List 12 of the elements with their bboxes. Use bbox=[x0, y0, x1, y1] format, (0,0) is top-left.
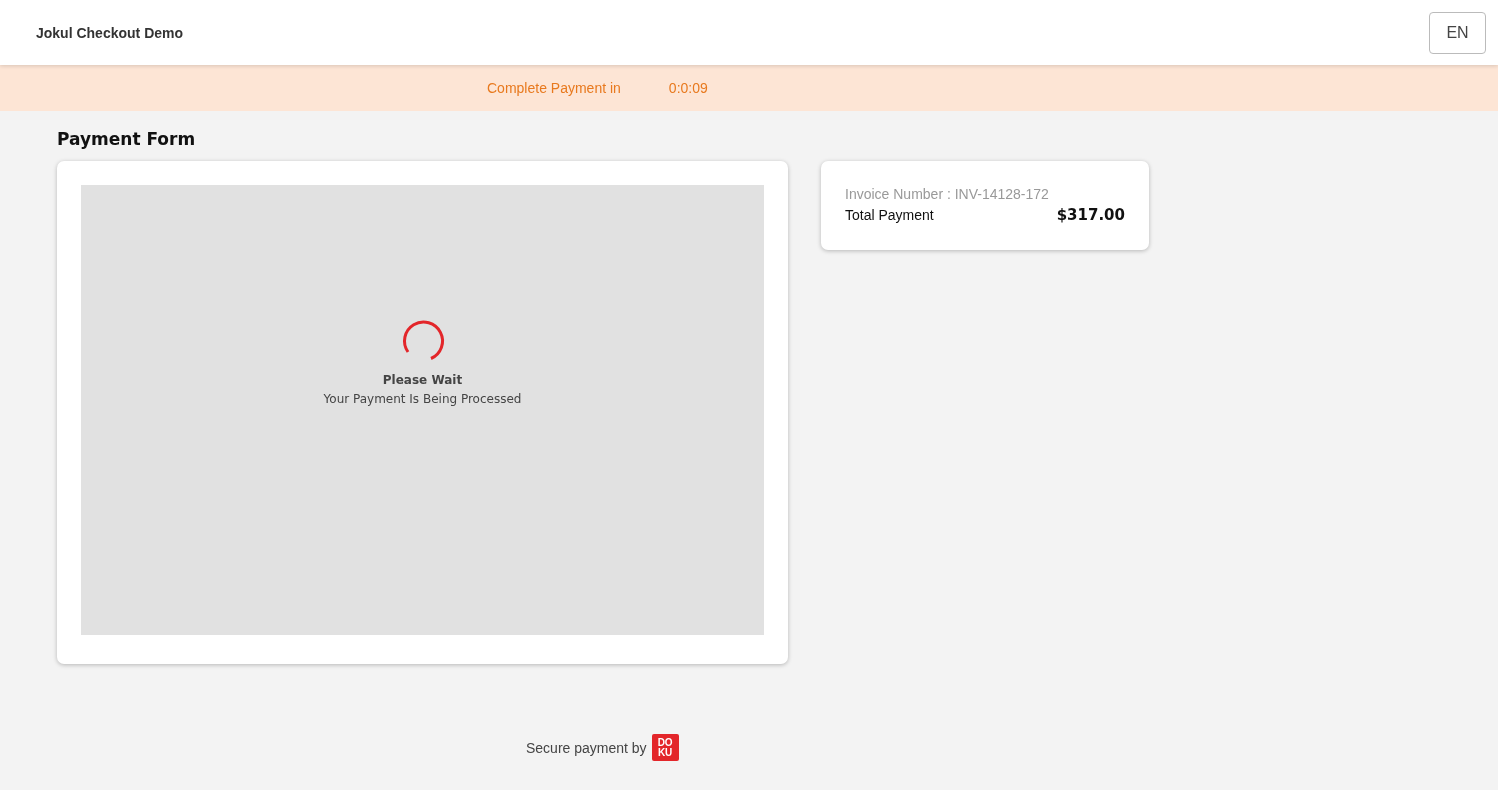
section-title: Payment Form bbox=[57, 129, 197, 149]
site-title: Jokul Checkout Demo bbox=[36, 24, 184, 41]
footer-text: Secure payment by bbox=[526, 739, 647, 756]
countdown-timer: 0:0:09 bbox=[668, 80, 708, 96]
total-amount: $317.00 bbox=[1056, 206, 1125, 224]
loading-title: Please Wait bbox=[382, 373, 463, 387]
language-button[interactable]: EN bbox=[1429, 11, 1486, 54]
loading-message: Your Payment Is Being Processed bbox=[323, 392, 522, 406]
invoice-number: Invoice Number : INV-14128-172 bbox=[845, 186, 1050, 202]
total-label: Total Payment bbox=[845, 207, 934, 223]
timer-label: Complete Payment in bbox=[487, 80, 621, 96]
provider-logo: DO KU bbox=[651, 734, 679, 761]
